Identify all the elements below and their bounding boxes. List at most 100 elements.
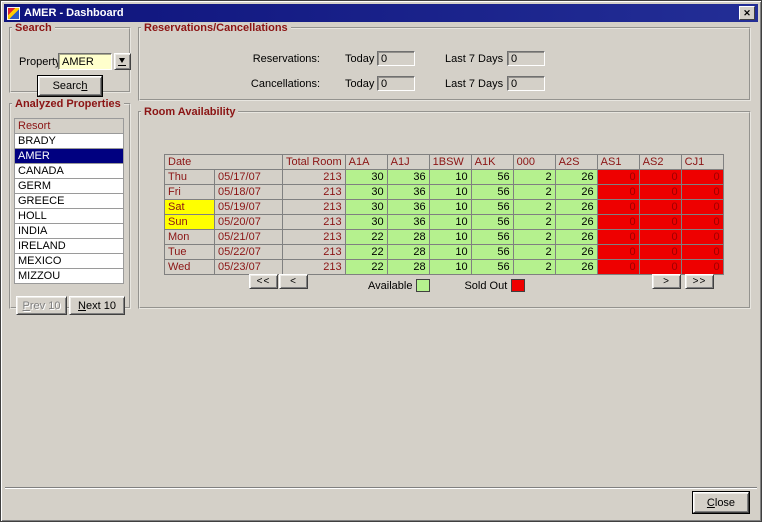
available-cell: 30 [344, 184, 388, 200]
col-a2s: A2S [554, 154, 598, 170]
page-first-button[interactable]: << [249, 274, 278, 289]
chevron-down-icon [118, 57, 127, 66]
reservations-group-title: Reservations/Cancellations [144, 22, 288, 34]
page-last-button[interactable]: >> [685, 274, 714, 289]
available-cell: 30 [344, 199, 388, 215]
availability-table: Date Total Room A1A A1J 1BSW A1K 000 A2S… [164, 154, 724, 275]
titlebar[interactable]: AMER - Dashboard ✕ [4, 4, 758, 22]
next-10-button[interactable]: Next 10 [69, 296, 125, 315]
available-cell: 2 [512, 259, 556, 275]
reservations-group: Reservations/Cancellations Reservations:… [138, 22, 751, 101]
soldout-cell: 0 [638, 199, 682, 215]
soldout-swatch-icon [511, 279, 526, 292]
available-cell: 10 [428, 199, 472, 215]
availability-row: Sat 05/19/07 213 30 36 10 56 2 26 0 0 0 [164, 199, 724, 215]
soldout-cell: 0 [638, 184, 682, 200]
date-cell: 05/20/07 [214, 214, 283, 230]
list-item[interactable]: HOLL [14, 208, 124, 224]
close-button[interactable]: Close [693, 492, 749, 513]
available-cell: 56 [470, 169, 514, 185]
available-cell: 26 [554, 214, 598, 230]
available-cell: 22 [344, 229, 388, 245]
resort-list-header: Resort [14, 118, 124, 134]
page-next-button[interactable]: > [652, 274, 681, 289]
close-icon: ✕ [743, 7, 751, 18]
soldout-cell: 0 [680, 244, 724, 260]
legend-available-label: Available [368, 279, 413, 292]
date-cell: 05/22/07 [214, 244, 283, 260]
prev-10-button[interactable]: Prev 10 [16, 296, 67, 315]
page-prev-button[interactable]: < [279, 274, 308, 289]
soldout-cell: 0 [596, 214, 640, 230]
col-as1: AS1 [596, 154, 640, 170]
available-cell: 56 [470, 229, 514, 245]
date-cell: 05/19/07 [214, 199, 283, 215]
availability-row: Thu 05/17/07 213 30 36 10 56 2 26 0 0 0 [164, 169, 724, 185]
cancellations-last7-input[interactable] [507, 76, 545, 91]
list-item[interactable]: CANADA [14, 163, 124, 179]
list-item[interactable]: MIZZOU [14, 268, 124, 284]
search-button[interactable]: Search [38, 76, 102, 96]
available-cell: 56 [470, 199, 514, 215]
available-cell: 10 [428, 214, 472, 230]
date-cell: 05/18/07 [214, 184, 283, 200]
resort-list: Resort BRADY AMER CANADA GERM GREECE HOL… [14, 118, 124, 284]
col-cj1: CJ1 [680, 154, 724, 170]
today-label: Today [345, 78, 375, 90]
available-cell: 2 [512, 184, 556, 200]
list-item[interactable]: BRADY [14, 133, 124, 149]
col-date: Date [164, 154, 283, 170]
col-total-room: Total Room [282, 154, 346, 170]
available-cell: 10 [428, 259, 472, 275]
list-item[interactable]: GREECE [14, 193, 124, 209]
search-group-title: Search [15, 22, 52, 34]
list-item-selected[interactable]: AMER [14, 148, 124, 164]
property-input[interactable] [58, 53, 112, 70]
legend-soldout: Sold Out [464, 279, 526, 292]
app-icon [7, 6, 20, 20]
soldout-cell: 0 [596, 229, 640, 245]
room-availability-group: Room Availability Date Total Room A1A A1… [138, 106, 751, 309]
available-cell: 10 [428, 244, 472, 260]
room-availability-title: Room Availability [144, 106, 236, 118]
date-cell: 05/23/07 [214, 259, 283, 275]
available-cell: 30 [344, 169, 388, 185]
available-cell: 28 [386, 229, 430, 245]
day-cell-weekend: Sun [164, 214, 215, 230]
list-item[interactable]: IRELAND [14, 238, 124, 254]
total-room-cell: 213 [282, 199, 346, 215]
list-item[interactable]: GERM [14, 178, 124, 194]
availability-row: Fri 05/18/07 213 30 36 10 56 2 26 0 0 0 [164, 184, 724, 200]
total-room-cell: 213 [282, 229, 346, 245]
analyzed-properties-title: Analyzed Properties [15, 98, 121, 110]
available-cell: 28 [386, 259, 430, 275]
footer-divider [5, 487, 757, 489]
day-cell: Tue [164, 244, 215, 260]
available-cell: 2 [512, 229, 556, 245]
last-7-days-label: Last 7 Days [445, 53, 504, 65]
list-item[interactable]: MEXICO [14, 253, 124, 269]
date-cell: 05/21/07 [214, 229, 283, 245]
total-room-cell: 213 [282, 259, 346, 275]
search-group: Search Property Search [9, 22, 131, 96]
reservations-last7-input[interactable] [507, 51, 545, 66]
soldout-cell: 0 [638, 244, 682, 260]
col-1bsw: 1BSW [428, 154, 472, 170]
list-item[interactable]: INDIA [14, 223, 124, 239]
col-as2: AS2 [638, 154, 682, 170]
available-cell: 36 [386, 214, 430, 230]
available-cell: 22 [344, 244, 388, 260]
window-title: AMER - Dashboard [24, 7, 124, 19]
cancellations-today-input[interactable] [377, 76, 415, 91]
available-cell: 10 [428, 169, 472, 185]
reservations-today-input[interactable] [377, 51, 415, 66]
day-cell: Thu [164, 169, 215, 185]
property-dropdown-button[interactable] [114, 53, 131, 70]
total-room-cell: 213 [282, 244, 346, 260]
close-window-button[interactable]: ✕ [739, 6, 755, 20]
col-000: 000 [512, 154, 556, 170]
availability-header-row: Date Total Room A1A A1J 1BSW A1K 000 A2S… [164, 154, 724, 170]
availability-row: Sun 05/20/07 213 30 36 10 56 2 26 0 0 0 [164, 214, 724, 230]
available-cell: 36 [386, 199, 430, 215]
soldout-cell: 0 [596, 184, 640, 200]
